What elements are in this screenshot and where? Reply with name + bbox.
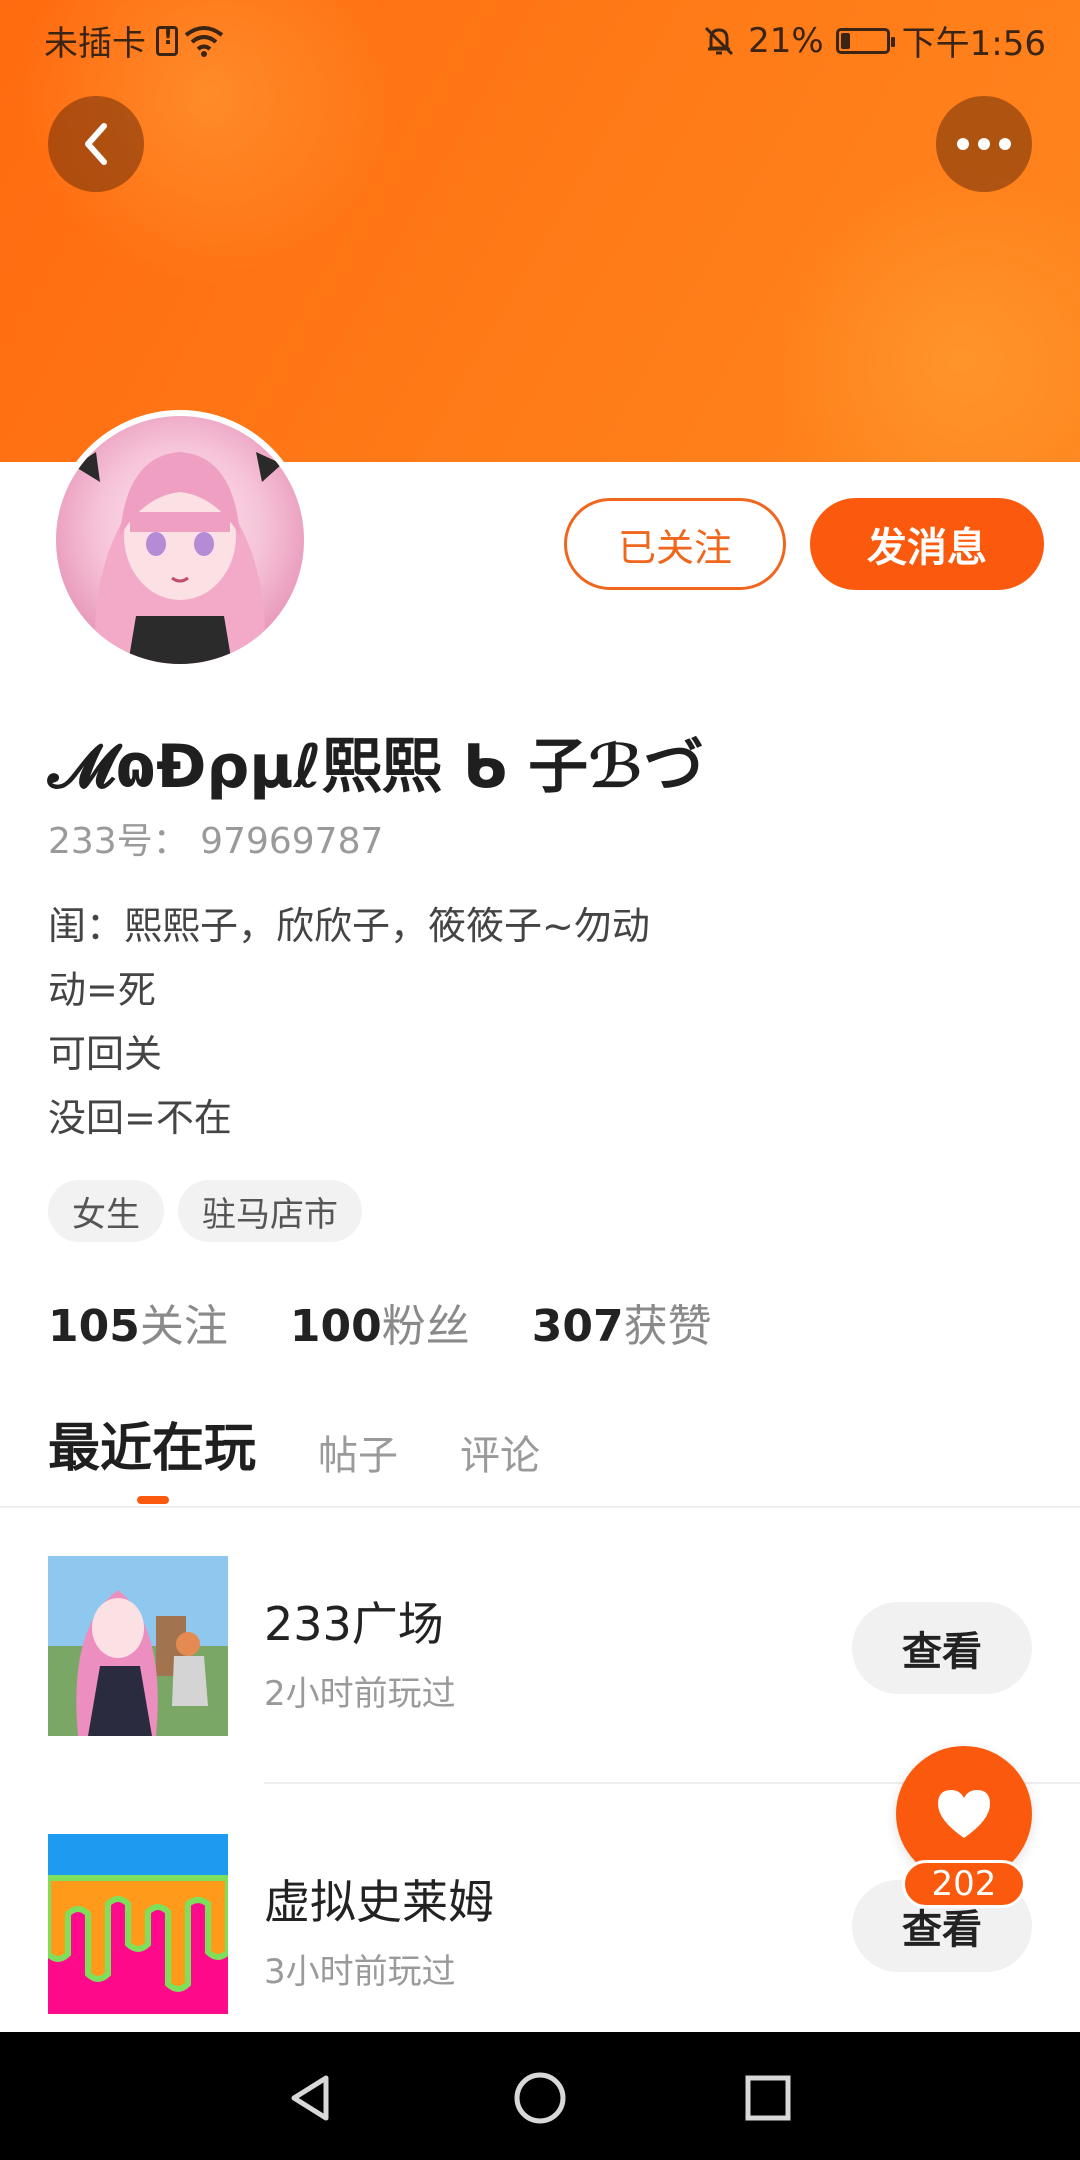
stat-label: 关注 xyxy=(139,1301,228,1352)
game-title: 虚拟史莱姆 xyxy=(264,1875,494,1929)
game-last-played: 2小时前玩过 xyxy=(264,1674,456,1714)
tabs-divider xyxy=(0,1506,1080,1508)
profile-tags: 女生 驻马店市 xyxy=(48,1180,362,1242)
nav-home-button[interactable] xyxy=(510,2068,570,2128)
tab-recently-played[interactable]: 最近在玩 xyxy=(48,1406,256,1481)
stat-number: 307 xyxy=(531,1301,624,1352)
more-dots-icon xyxy=(957,138,1011,150)
more-button[interactable] xyxy=(936,96,1032,192)
active-tab-indicator xyxy=(137,1496,169,1504)
stat-likes[interactable]: 307获赞 xyxy=(532,1290,712,1354)
profile-stats: 105关注 100粉丝 307获赞 xyxy=(48,1290,712,1354)
avatar-image xyxy=(56,416,304,664)
square-recents-icon xyxy=(745,2075,791,2121)
list-item[interactable]: 233广场 2小时前玩过 查看 xyxy=(0,1556,1080,1736)
stat-fans[interactable]: 100粉丝 xyxy=(290,1290,470,1354)
profile-name: 𝓜ɷÐρμℓ熙熙 ᑲ 子ℬづ xyxy=(48,732,704,802)
like-count-badge: 202 xyxy=(902,1860,1026,1908)
carrier-label: 未插卡 xyxy=(44,24,146,64)
bio: 闺：熙熙子，欣欣子，筱筱子~勿动 动=死 可回关 没回=不在 xyxy=(48,894,650,1150)
stat-label: 获赞 xyxy=(623,1301,712,1352)
triangle-back-icon xyxy=(291,2075,329,2121)
chevron-left-icon xyxy=(85,123,107,165)
profile-tabs: 最近在玩 帖子 评论 xyxy=(48,1406,540,1481)
bell-off-icon xyxy=(702,24,736,58)
tab-comments[interactable]: 评论 xyxy=(460,1423,540,1481)
status-time: 下午1:56 xyxy=(901,24,1046,64)
game-last-played: 3小时前玩过 xyxy=(264,1952,456,1992)
tab-posts[interactable]: 帖子 xyxy=(318,1423,398,1481)
stat-number: 105 xyxy=(48,1301,140,1352)
user-id: 233号： 97969787 xyxy=(48,821,384,862)
nav-recents-button[interactable] xyxy=(738,2068,798,2128)
stat-number: 100 xyxy=(289,1301,382,1352)
following-button[interactable]: 已关注 xyxy=(564,498,786,590)
status-bar: 未插卡 21% 下午1:56 xyxy=(0,0,1080,72)
avatar[interactable] xyxy=(50,410,310,670)
bio-line: 动=死 xyxy=(48,968,156,1012)
view-button[interactable]: 查看 xyxy=(852,1602,1032,1694)
battery-level-fill xyxy=(840,32,850,49)
tag-gender: 女生 xyxy=(48,1180,164,1242)
stat-label: 粉丝 xyxy=(381,1301,470,1352)
bio-line: 可回关 xyxy=(48,1032,163,1076)
game-title: 233广场 xyxy=(264,1597,444,1651)
send-message-button[interactable]: 发消息 xyxy=(810,498,1044,590)
bio-line: 闺：熙熙子，欣欣子，筱筱子~勿动 xyxy=(48,904,650,948)
wifi-icon xyxy=(184,25,224,57)
heart-icon xyxy=(938,1790,990,1838)
tag-location: 驻马店市 xyxy=(178,1180,362,1242)
back-button[interactable] xyxy=(48,96,144,192)
nav-back-button[interactable] xyxy=(280,2068,340,2128)
battery-percent: 21% xyxy=(748,20,824,61)
game-thumbnail xyxy=(48,1834,228,2014)
stat-following[interactable]: 105关注 xyxy=(48,1290,228,1354)
sim-alert-icon xyxy=(156,25,178,56)
battery-icon xyxy=(835,27,895,54)
bio-line: 没回=不在 xyxy=(48,1096,232,1140)
game-thumbnail xyxy=(48,1556,228,1736)
circle-home-icon xyxy=(514,2072,566,2124)
system-nav-bar xyxy=(0,2032,1080,2160)
